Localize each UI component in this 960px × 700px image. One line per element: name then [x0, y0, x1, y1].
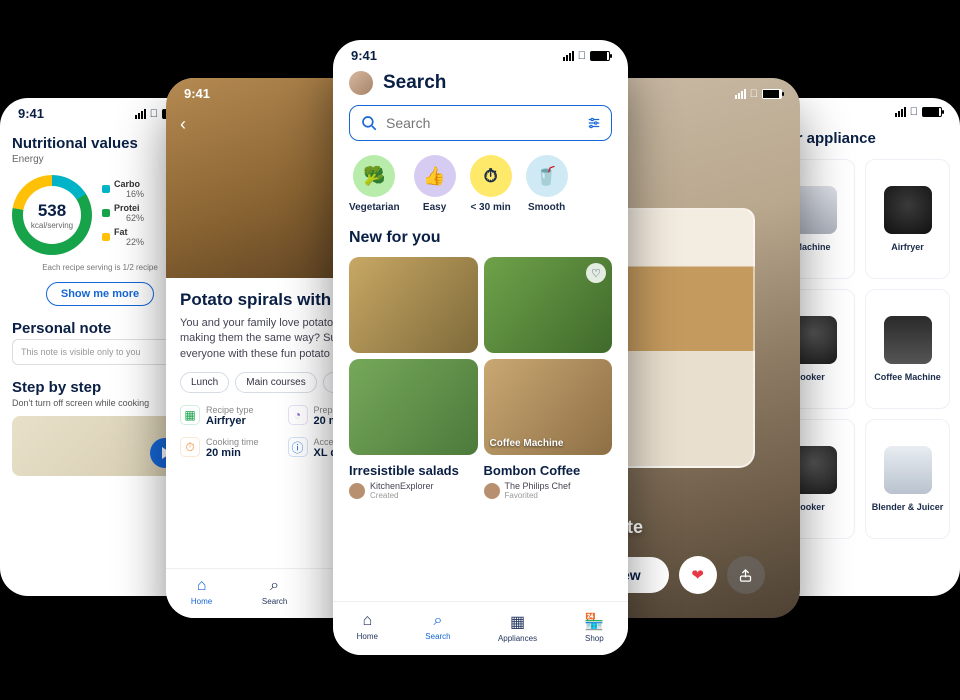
- page-title: Search: [383, 72, 446, 94]
- status-time: 9:41: [351, 48, 377, 63]
- search-icon: ⌕: [270, 577, 279, 595]
- serving-note: Each recipe serving is 1/2 recipe: [12, 263, 188, 272]
- calorie-donut: 538 kcal/serving: [12, 175, 92, 255]
- nutrition-subtitle: Energy: [12, 154, 188, 165]
- tab-home[interactable]: ⌂Home: [191, 577, 212, 608]
- filter-icon[interactable]: [587, 116, 601, 130]
- appliance-card-blenderjuicer[interactable]: Blender & Juicer: [865, 419, 950, 539]
- author-avatar: [484, 483, 500, 499]
- recipe-card[interactable]: [349, 257, 478, 353]
- step-hint: Don't turn off screen while cooking: [12, 398, 188, 408]
- status-time: 9:41: [18, 106, 44, 121]
- personal-note-input[interactable]: This note is visible only to you: [12, 339, 188, 365]
- recipe-card[interactable]: [349, 359, 478, 455]
- tab-shop[interactable]: 🏪Shop: [584, 612, 604, 643]
- appliances-icon: ▦: [510, 612, 525, 632]
- avatar[interactable]: [349, 71, 373, 95]
- search-input-wrapper[interactable]: [349, 105, 612, 141]
- tab-search[interactable]: ⌕Search: [262, 577, 287, 608]
- wifi-icon: 􀙇: [578, 50, 586, 62]
- nutrition-title: Nutritional values: [12, 135, 188, 152]
- wifi-icon: 􀙇: [150, 108, 158, 120]
- appliance-image: [884, 186, 932, 234]
- recipe-chip[interactable]: Main courses: [235, 372, 316, 393]
- category-vegetarian[interactable]: 🥦Vegetarian: [349, 155, 400, 213]
- macros-legend: Carbo16%Protei62%Fat22%: [102, 179, 144, 251]
- card-tag: Coffee Machine: [490, 438, 564, 449]
- collection-title[interactable]: Irresistible salads: [349, 463, 478, 478]
- home-icon: ⌂: [197, 577, 207, 595]
- tab-appliances[interactable]: ▦Appliances: [498, 612, 537, 643]
- grid-column-titles: Irresistible salads KitchenExplorerCreat…: [333, 455, 628, 506]
- tab-bar: ⌂Home ⌕Search ▦Appliances 🏪Shop: [333, 601, 628, 655]
- section-title: New for you: [333, 229, 628, 257]
- category-easy[interactable]: 👍Easy: [414, 155, 456, 213]
- appliance-card-airfryer[interactable]: Airfryer: [865, 159, 950, 279]
- status-bar: 9:41 􀙇: [333, 40, 628, 65]
- search-input[interactable]: [386, 115, 579, 131]
- search-icon: [360, 114, 378, 132]
- step-title: Step by step: [12, 379, 188, 396]
- signal-icon: [135, 109, 146, 119]
- collection-title[interactable]: Bombon Coffee: [484, 463, 613, 478]
- show-more-button[interactable]: Show me more: [46, 282, 154, 306]
- tab-home[interactable]: ⌂Home: [357, 612, 378, 643]
- battery-icon: [762, 89, 782, 99]
- author-row[interactable]: The Philips ChefFavorited: [484, 481, 613, 500]
- category-pills: 🥦Vegetarian 👍Easy ⏱< 30 min 🥤Smooth: [333, 155, 628, 229]
- signal-icon: [735, 89, 746, 99]
- wifi-icon: 􀙇: [910, 106, 918, 118]
- recipe-grid: ♡ Coffee Machine: [333, 257, 628, 455]
- recipe-chip[interactable]: Lunch: [180, 372, 229, 393]
- author-avatar: [349, 483, 365, 499]
- kcal-value: 538: [38, 201, 66, 221]
- category-min[interactable]: ⏱< 30 min: [470, 155, 512, 213]
- wifi-icon: 􀙇: [750, 88, 758, 100]
- tab-search[interactable]: ⌕Search: [425, 612, 450, 643]
- favorite-button[interactable]: ❤: [679, 556, 717, 594]
- author-row[interactable]: KitchenExplorerCreated: [349, 481, 478, 500]
- category-smooth[interactable]: 🥤Smooth: [526, 155, 568, 213]
- battery-icon: [922, 107, 942, 117]
- back-icon[interactable]: ‹: [180, 114, 186, 135]
- favorite-icon[interactable]: ♡: [586, 263, 606, 283]
- search-icon: ⌕: [433, 612, 442, 630]
- status-time: 9:41: [184, 86, 210, 101]
- shop-icon: 🏪: [584, 612, 604, 632]
- appliance-card-coffeemachine[interactable]: Coffee Machine: [865, 289, 950, 409]
- appliance-image: [884, 446, 932, 494]
- battery-icon: [590, 51, 610, 61]
- recipe-card[interactable]: Coffee Machine: [484, 359, 613, 455]
- kcal-label: kcal/serving: [31, 221, 73, 230]
- recipe-card[interactable]: ♡: [484, 257, 613, 353]
- home-icon: ⌂: [362, 612, 372, 630]
- step-thumbnail[interactable]: [12, 416, 188, 476]
- personal-note-title: Personal note: [12, 320, 188, 337]
- share-button[interactable]: [727, 556, 765, 594]
- screen-search: 9:41 􀙇 Search 🥦Vegetarian 👍Easy ⏱< 30 min 🥤…: [333, 40, 628, 655]
- appliance-image: [884, 316, 932, 364]
- signal-icon: [563, 51, 574, 61]
- signal-icon: [895, 107, 906, 117]
